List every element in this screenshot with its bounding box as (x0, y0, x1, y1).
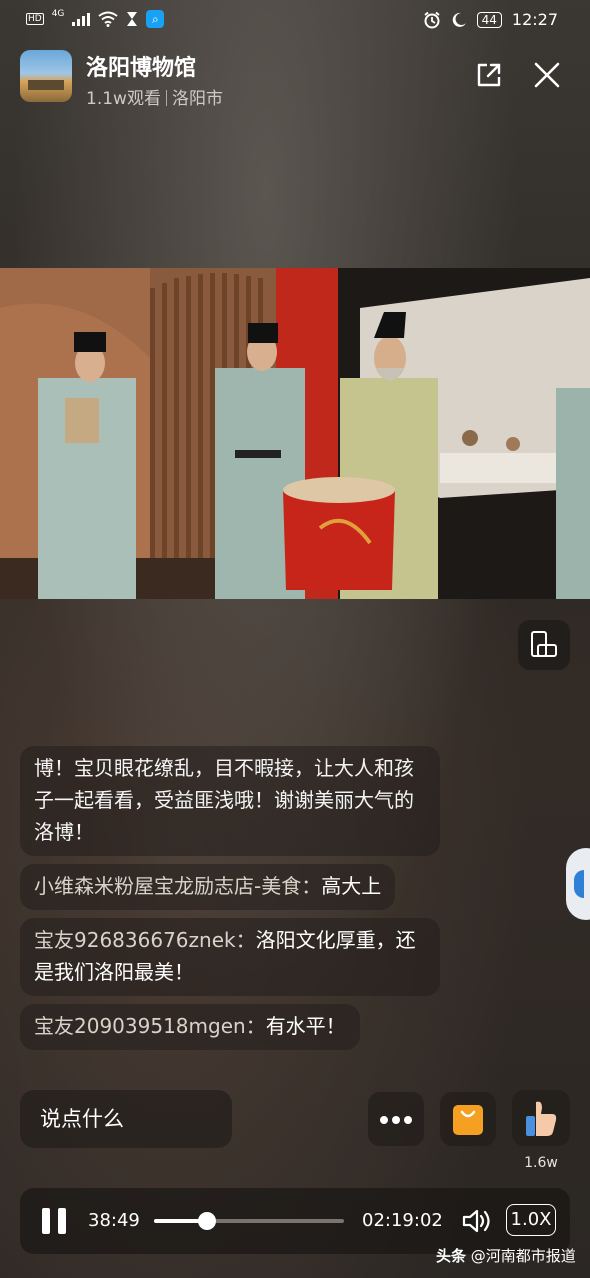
location-label: 洛阳市 (171, 89, 223, 109)
view-count: 1.1w观看 (86, 89, 161, 109)
comment-item: 宝友926836676znek：洛阳文化厚重，还是我们洛阳最美！ (20, 918, 440, 996)
live-video[interactable] (0, 268, 590, 599)
comment-user[interactable]: 宝友926836676znek： (34, 928, 256, 952)
close-icon[interactable] (534, 62, 560, 88)
pause-button[interactable] (42, 1208, 68, 1234)
comment-user[interactable]: 宝友209039518mgen： (34, 1014, 266, 1038)
battery-icon: 44 (476, 11, 502, 28)
watermark: 头条 @河南都市报道 (436, 1245, 576, 1266)
search-app-icon: ⌕ (146, 10, 165, 28)
comment-user[interactable]: 小维森米粉屋宝龙励志店-美食： (34, 874, 321, 898)
comment-item: 宝友209039518mgen：有水平！ (20, 1004, 360, 1050)
wifi-icon (98, 11, 119, 27)
museum-avatar[interactable] (20, 50, 72, 102)
like-count: 1.6w (524, 1155, 558, 1171)
network-label: 4G (51, 9, 65, 19)
hd-badge: HD (26, 13, 44, 25)
alarm-icon (423, 11, 440, 28)
page-title[interactable]: 洛阳博物馆 (86, 50, 196, 82)
current-time: 38:49 (88, 1210, 140, 1231)
live-meta: 1.1w观看 洛阳市 (86, 84, 223, 109)
status-bar: HD 4G ⌕ 44 12:27 (0, 0, 590, 40)
progress-thumb[interactable] (198, 1212, 217, 1230)
shopping-bag-button[interactable] (440, 1092, 496, 1146)
side-floating-tab[interactable] (566, 848, 590, 920)
shopping-bag-icon (453, 1105, 483, 1135)
volume-icon[interactable] (462, 1208, 492, 1234)
clock: 12:27 (511, 10, 558, 29)
comment-input[interactable]: 说点什么 (20, 1090, 232, 1148)
signal-icon (72, 12, 91, 26)
live-header: 洛阳博物馆 1.1w观看 洛阳市 (20, 50, 570, 109)
rotate-screen-icon (531, 631, 557, 657)
comment-feed[interactable]: 博！宝贝眼花缭乱，目不暇接，让大人和孩子一起看看，受益匪浅哦！谢谢美丽大气的洛博… (20, 746, 440, 1058)
external-link-icon[interactable] (476, 62, 502, 88)
comment-item: 博！宝贝眼花缭乱，目不暇接，让大人和孩子一起看看，受益匪浅哦！谢谢美丽大气的洛博… (20, 746, 440, 856)
comment-text: 有水平！ (265, 1014, 346, 1038)
playback-speed-button[interactable]: 1.0X (506, 1204, 556, 1236)
watermark-account: @河南都市报道 (470, 1247, 576, 1265)
more-button[interactable] (368, 1092, 424, 1146)
hourglass-icon (127, 12, 138, 26)
thumbs-up-icon (526, 1101, 557, 1136)
blurred-background (0, 0, 590, 1278)
like-button[interactable] (512, 1090, 570, 1146)
comment-text: 博！宝贝眼花缭乱，目不暇接，让大人和孩子一起看看，受益匪浅哦！谢谢美丽大气的洛博… (34, 756, 414, 844)
watermark-brand: 头条 (436, 1247, 467, 1265)
comment-text: 高大上 (321, 874, 382, 898)
total-time: 02:19:02 (362, 1210, 443, 1231)
moon-icon (452, 12, 466, 27)
video-frame (0, 268, 590, 599)
comment-item: 小维森米粉屋宝龙励志店-美食：高大上 (20, 864, 396, 910)
rotate-screen-button[interactable] (518, 620, 570, 670)
progress-track[interactable] (154, 1212, 344, 1230)
